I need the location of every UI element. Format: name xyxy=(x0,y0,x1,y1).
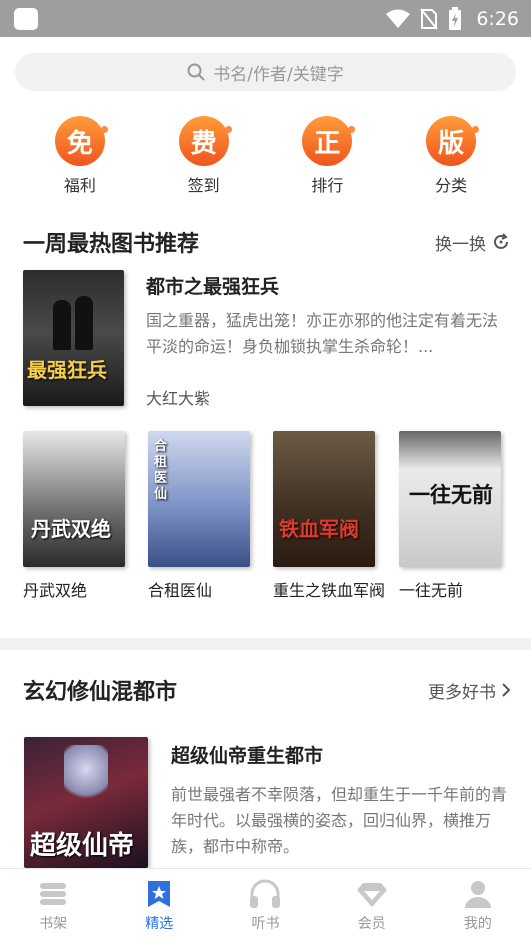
tab-featured[interactable]: 精选 xyxy=(119,869,199,944)
grid-book-title[interactable]: 合租医仙 xyxy=(148,580,258,601)
more-books-label: 更多好书 xyxy=(428,682,496,703)
tab-audiobook[interactable]: 听书 xyxy=(225,869,305,944)
clock: 6:26 xyxy=(476,7,519,30)
grid-book-title[interactable]: 一往无前 xyxy=(399,580,509,601)
cover-title: 一往无前 xyxy=(409,483,493,507)
section-hot-header: 一周最热图书推荐 换一换 xyxy=(23,226,511,258)
tab-bookshelf[interactable]: 书架 xyxy=(13,869,93,944)
featured-book-title[interactable]: 超级仙帝重生都市 xyxy=(171,741,323,768)
cover-title: 丹武双绝 xyxy=(31,517,111,541)
bottom-tab-bar: 书架 精选 听书 会员 我的 xyxy=(0,868,531,944)
featured-book-title[interactable]: 都市之最强狂兵 xyxy=(146,272,279,299)
person-icon xyxy=(464,881,491,908)
tab-label: 会员 xyxy=(357,916,386,932)
tab-label: 书架 xyxy=(39,916,68,932)
book-cover-grid[interactable]: 合租医仙 xyxy=(148,431,250,567)
tab-label: 精选 xyxy=(145,916,174,932)
featured-book-desc: 国之重器，猛虎出笼！亦正亦邪的他注定有着无法平淡的命运！身负枷锁执掌生杀命轮！.… xyxy=(146,311,499,356)
quick-entry-welfare[interactable]: 免 福利 xyxy=(40,116,120,196)
quick-entry-ranking[interactable]: 正 排行 xyxy=(287,116,367,196)
quick-entry-label: 分类 xyxy=(435,176,468,195)
status-bar: 6:26 xyxy=(0,0,531,37)
star-bookmark-icon xyxy=(148,881,171,907)
quick-entry-label: 签到 xyxy=(187,176,220,195)
headphones-icon xyxy=(250,879,281,908)
fee-icon: 费 xyxy=(178,116,232,166)
quick-entry-label: 福利 xyxy=(63,176,96,195)
quick-entry-category[interactable]: 版 分类 xyxy=(411,116,491,196)
quick-entry-label: 排行 xyxy=(311,176,344,195)
tab-profile[interactable]: 我的 xyxy=(438,869,518,944)
cover-title: 铁血军阀 xyxy=(279,517,359,541)
featured-book-author: 大红大紫 xyxy=(146,389,211,408)
tab-membership[interactable]: 会员 xyxy=(332,869,412,944)
refresh-icon xyxy=(494,233,508,249)
tab-label: 听书 xyxy=(251,916,280,932)
book-cover-featured[interactable]: 最强狂兵 xyxy=(23,270,124,406)
tab-label: 我的 xyxy=(463,916,492,932)
cover-title: 合租医仙 xyxy=(154,439,168,502)
book-cover-featured[interactable]: 超级仙帝 xyxy=(24,737,148,868)
wifi-icon xyxy=(386,9,411,28)
section-title: 一周最热图书推荐 xyxy=(23,232,200,257)
refresh-button[interactable]: 换一换 xyxy=(435,230,511,255)
search-placeholder: 书名/作者/关键字 xyxy=(213,64,344,85)
cover-title: 最强狂兵 xyxy=(27,358,107,382)
search-icon xyxy=(187,63,205,81)
grid-book-title[interactable]: 丹武双绝 xyxy=(23,580,133,601)
chevron-right-icon xyxy=(502,683,511,697)
genuine-icon: 正 xyxy=(302,116,356,166)
edition-icon: 版 xyxy=(426,116,480,166)
featured-book-desc: 前世最强者不幸陨落，但却重生于一千年前的青年时代。以最强横的姿态，回归仙界，横推… xyxy=(171,785,508,856)
section-title: 玄幻修仙混都市 xyxy=(23,680,178,705)
free-icon: 免 xyxy=(54,116,108,166)
book-cover-grid[interactable]: 一往无前 xyxy=(399,431,501,567)
no-sim-icon xyxy=(420,7,439,30)
quick-entry-checkin[interactable]: 费 签到 xyxy=(164,116,244,196)
book-cover-grid[interactable]: 丹武双绝 xyxy=(23,431,125,567)
cover-title: 超级仙帝 xyxy=(30,831,135,861)
book-cover-grid[interactable]: 铁血军阀 xyxy=(273,431,375,567)
refresh-label: 换一换 xyxy=(435,234,486,255)
more-books-button[interactable]: 更多好书 xyxy=(428,678,511,703)
bookshelf-icon xyxy=(40,883,67,905)
section-divider xyxy=(0,638,531,650)
grid-book-title[interactable]: 重生之铁血军阀 xyxy=(273,580,385,601)
notification-app-icon xyxy=(14,8,38,30)
battery-charging-icon xyxy=(449,6,462,30)
search-input[interactable]: 书名/作者/关键字 xyxy=(15,53,516,91)
section-fantasy-header: 玄幻修仙混都市 更多好书 xyxy=(23,674,511,706)
diamond-icon xyxy=(356,883,387,907)
quick-entry-bar: 免 福利 费 签到 正 排行 版 分类 xyxy=(0,116,531,196)
